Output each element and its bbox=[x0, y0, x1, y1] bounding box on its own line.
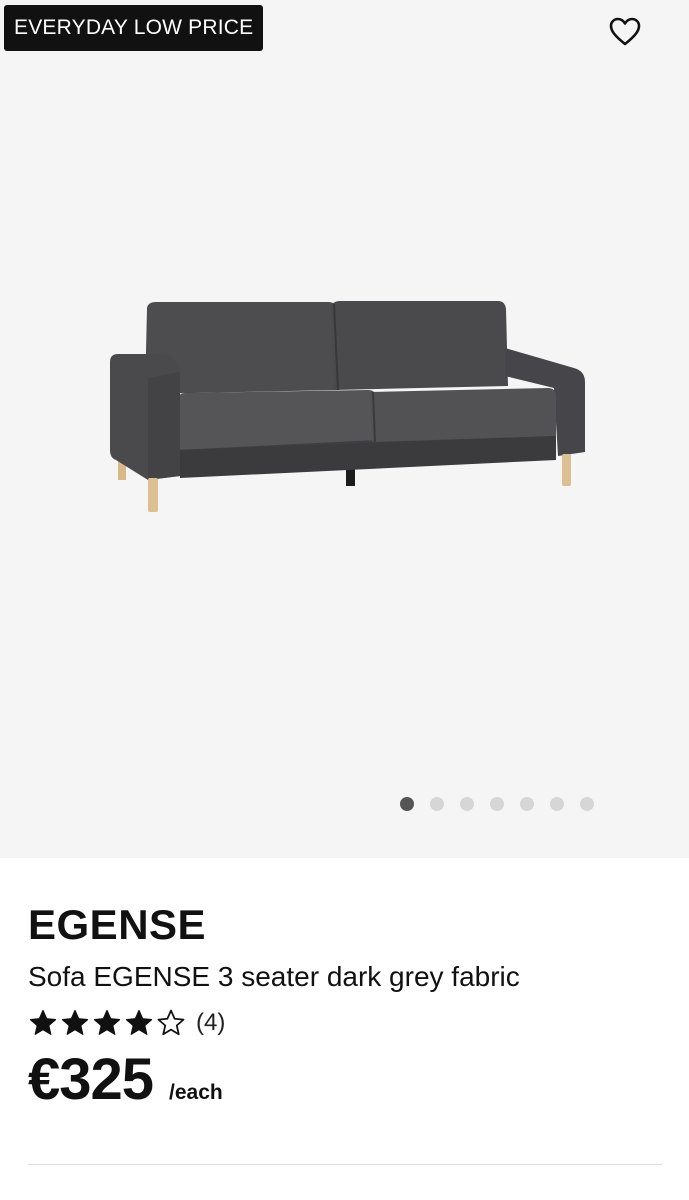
pagination-dot[interactable] bbox=[460, 797, 474, 811]
price-row: €325 /each bbox=[28, 1047, 662, 1113]
everyday-low-price-badge: EVERYDAY LOW PRICE bbox=[4, 5, 264, 51]
product-gallery[interactable]: EVERYDAY LOW PRICE bbox=[0, 0, 689, 858]
product-price: €325 bbox=[28, 1047, 154, 1112]
star-filled-icon bbox=[93, 1009, 121, 1035]
image-pagination[interactable] bbox=[400, 797, 594, 811]
product-info: EGENSE Sofa EGENSE 3 seater dark grey fa… bbox=[28, 900, 662, 1113]
pagination-dot[interactable] bbox=[550, 797, 564, 811]
product-description[interactable]: Sofa EGENSE 3 seater dark grey fabric bbox=[28, 959, 662, 995]
divider bbox=[28, 1164, 662, 1165]
star-empty-icon bbox=[157, 1009, 185, 1036]
pagination-dot[interactable] bbox=[490, 797, 504, 811]
pagination-dot[interactable] bbox=[400, 797, 414, 811]
pagination-dot[interactable] bbox=[580, 797, 594, 811]
sofa-product-image[interactable] bbox=[100, 290, 595, 520]
favorite-button[interactable] bbox=[602, 12, 648, 52]
product-rating[interactable]: (4) bbox=[28, 1007, 662, 1039]
star-filled-icon bbox=[61, 1009, 89, 1035]
star-filled-icon bbox=[29, 1009, 57, 1035]
pagination-dot[interactable] bbox=[520, 797, 534, 811]
review-count[interactable]: (4) bbox=[196, 1009, 225, 1037]
product-brand[interactable]: EGENSE bbox=[28, 900, 662, 950]
heart-icon bbox=[609, 17, 641, 46]
pagination-dot[interactable] bbox=[430, 797, 444, 811]
price-unit: /each bbox=[169, 1081, 223, 1104]
star-rating bbox=[28, 1008, 186, 1038]
star-filled-icon bbox=[125, 1009, 153, 1035]
